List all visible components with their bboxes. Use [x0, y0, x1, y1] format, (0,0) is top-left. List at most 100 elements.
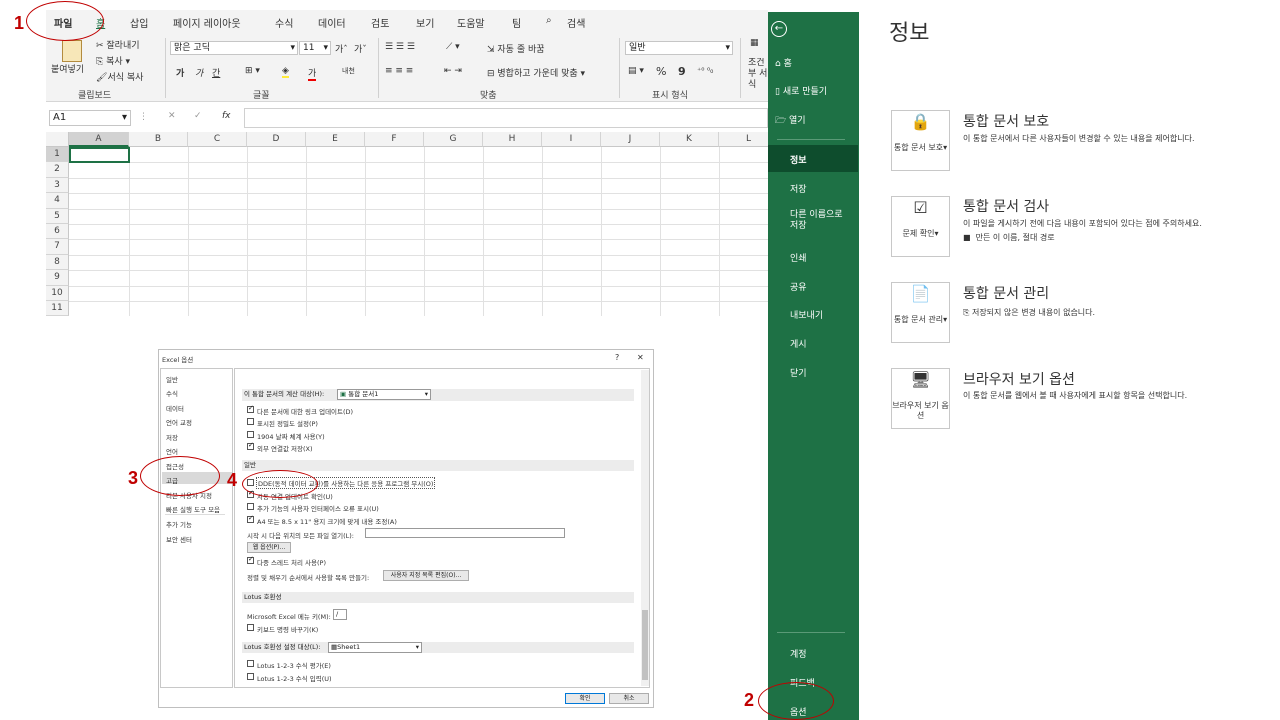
- tab-data[interactable]: 데이터: [318, 15, 346, 30]
- grow-font-button[interactable]: 가ˆ: [335, 42, 348, 55]
- tab-page-layout[interactable]: 페이지 레이아웃: [173, 15, 241, 30]
- paste-button[interactable]: 붙여넣기: [51, 62, 84, 75]
- copy-button[interactable]: ⎘ 복사 ▾: [96, 54, 130, 67]
- font-name-combo[interactable]: 맑은 고딕 ▾: [170, 41, 298, 55]
- spreadsheet-grid[interactable]: A B C D E F G H I J K L 1 2 3 4 5 6 7 8 9 10 11: [46, 132, 768, 316]
- border-button[interactable]: ⊞ ▾: [245, 66, 260, 76]
- column-header[interactable]: L: [719, 132, 768, 147]
- tab-help[interactable]: 도움말: [457, 15, 485, 30]
- checkbox-lotus-entry[interactable]: [247, 673, 254, 680]
- row-header[interactable]: 11: [46, 301, 69, 316]
- orientation-icon[interactable]: ⟋ ▾: [446, 42, 460, 52]
- nav-save-as[interactable]: 다른 이름으로 저장: [790, 210, 850, 232]
- phonetic-button[interactable]: 내천: [342, 66, 355, 76]
- cancel-icon[interactable]: ✕: [168, 111, 176, 121]
- comma-button[interactable]: 9: [678, 65, 686, 78]
- options-nav-item[interactable]: 일반: [166, 374, 178, 384]
- checkbox-lotus-eval[interactable]: [247, 660, 254, 667]
- name-box[interactable]: A1 ▾: [49, 110, 131, 126]
- back-arrow-icon[interactable]: ←: [771, 21, 787, 37]
- nav-account[interactable]: 계정: [790, 647, 807, 660]
- row-header[interactable]: 2: [46, 162, 69, 178]
- checkbox-1904[interactable]: [247, 431, 254, 438]
- cond-format-icon[interactable]: ▦: [750, 38, 768, 54]
- browser-view-options-button[interactable]: 🖥 브라우저 보기 옵션: [891, 368, 950, 429]
- column-header[interactable]: A: [69, 132, 129, 147]
- align-top-icon[interactable]: ☰ ☰ ☰: [385, 42, 415, 52]
- column-header[interactable]: I: [542, 132, 601, 147]
- column-header[interactable]: C: [188, 132, 247, 147]
- nav-save[interactable]: 저장: [790, 182, 807, 195]
- shrink-font-button[interactable]: 가ˇ: [354, 42, 367, 55]
- currency-icon[interactable]: ▤ ▾: [628, 66, 644, 76]
- options-nav-item[interactable]: 데이터: [166, 403, 184, 413]
- italic-button[interactable]: 가: [195, 66, 203, 79]
- help-button[interactable]: ?: [615, 353, 619, 362]
- options-nav-item[interactable]: 수식: [166, 388, 178, 398]
- selected-cell[interactable]: [69, 147, 130, 163]
- nav-close[interactable]: 닫기: [790, 366, 807, 379]
- checkbox-a4-scale[interactable]: [247, 514, 254, 523]
- menu-key-input[interactable]: /: [333, 609, 347, 620]
- merge-center-button[interactable]: ⊟ 병합하고 가운데 맞춤 ▾: [487, 66, 585, 79]
- nav-info[interactable]: 정보: [790, 153, 807, 166]
- checkbox-nav-keys[interactable]: [247, 624, 254, 631]
- row-header[interactable]: 6: [46, 224, 69, 240]
- fill-color-button[interactable]: ◈: [282, 66, 289, 78]
- column-header[interactable]: K: [660, 132, 719, 147]
- font-size-combo[interactable]: 11 ▾: [299, 41, 331, 55]
- column-header[interactable]: H: [483, 132, 542, 147]
- checkbox-addin-errors[interactable]: [247, 503, 254, 510]
- options-nav-item[interactable]: 빠른 실행 도구 모음: [166, 504, 220, 514]
- nav-home[interactable]: ⌂ 홈: [775, 56, 792, 69]
- checkbox-external-links[interactable]: [247, 441, 254, 450]
- startup-path-input[interactable]: [365, 528, 565, 538]
- formula-input[interactable]: [244, 108, 768, 128]
- web-options-button[interactable]: 웹 옵션(P)...: [247, 542, 291, 553]
- nav-new[interactable]: ▯ 새로 만들기: [775, 84, 827, 97]
- enter-icon[interactable]: ✓: [194, 111, 202, 121]
- checkbox-update-links[interactable]: [247, 404, 254, 413]
- tab-review[interactable]: 검토: [371, 15, 389, 30]
- cond-format-button[interactable]: 조건부 서식: [748, 58, 768, 91]
- options-nav-item[interactable]: 언어 교정: [166, 417, 192, 427]
- indent-icon[interactable]: ⇤ ⇥: [444, 66, 462, 76]
- select-all[interactable]: [46, 132, 69, 147]
- column-header[interactable]: E: [306, 132, 365, 147]
- calc-target-combo[interactable]: ▣ 통합 문서1 ▾: [337, 389, 431, 400]
- column-header[interactable]: D: [247, 132, 306, 147]
- tab-team[interactable]: 팀: [512, 15, 521, 30]
- row-header[interactable]: 3: [46, 177, 69, 194]
- nav-share[interactable]: 공유: [790, 280, 807, 293]
- format-painter-button[interactable]: 🖌서식 복사: [96, 70, 143, 83]
- paste-icon[interactable]: [62, 40, 82, 62]
- nav-open[interactable]: 🗁 열기: [775, 113, 806, 129]
- nav-publish[interactable]: 게시: [790, 337, 807, 350]
- check-issues-button[interactable]: ☑ 문제 확인▾: [891, 196, 950, 257]
- insert-function-button[interactable]: fx: [222, 111, 231, 121]
- row-header[interactable]: 1: [46, 147, 69, 163]
- column-header[interactable]: J: [601, 132, 660, 147]
- column-header[interactable]: G: [424, 132, 483, 147]
- tab-insert[interactable]: 삽입: [130, 15, 148, 30]
- row-header[interactable]: 4: [46, 193, 69, 209]
- row-header[interactable]: 8: [46, 254, 69, 271]
- row-header[interactable]: 10: [46, 285, 69, 301]
- decimal-icon[interactable]: ⁺⁰ ⁰₀: [697, 66, 713, 75]
- protect-workbook-button[interactable]: 🔒 통합 문서 보호▾: [891, 110, 950, 171]
- align-left-icon[interactable]: ≡ ≡ ≡: [385, 66, 413, 76]
- close-button[interactable]: ✕: [637, 353, 644, 362]
- ok-button[interactable]: 확인: [565, 693, 605, 704]
- wrap-text-button[interactable]: ⇲ 자동 줄 바꿈: [487, 42, 545, 55]
- options-nav-item[interactable]: 언어: [166, 446, 178, 456]
- scrollbar-thumb[interactable]: [642, 610, 648, 680]
- row-header[interactable]: 5: [46, 208, 69, 224]
- options-nav-item[interactable]: 추가 기능: [166, 519, 192, 529]
- tab-formulas[interactable]: 수식: [275, 15, 293, 30]
- row-header[interactable]: 9: [46, 270, 69, 286]
- options-nav-item[interactable]: 보안 센터: [166, 534, 192, 544]
- column-header[interactable]: B: [129, 132, 188, 147]
- cut-button[interactable]: ✂ 잘라내기: [96, 38, 140, 51]
- tab-search[interactable]: 검색: [567, 15, 585, 30]
- cancel-button[interactable]: 취소: [609, 693, 649, 704]
